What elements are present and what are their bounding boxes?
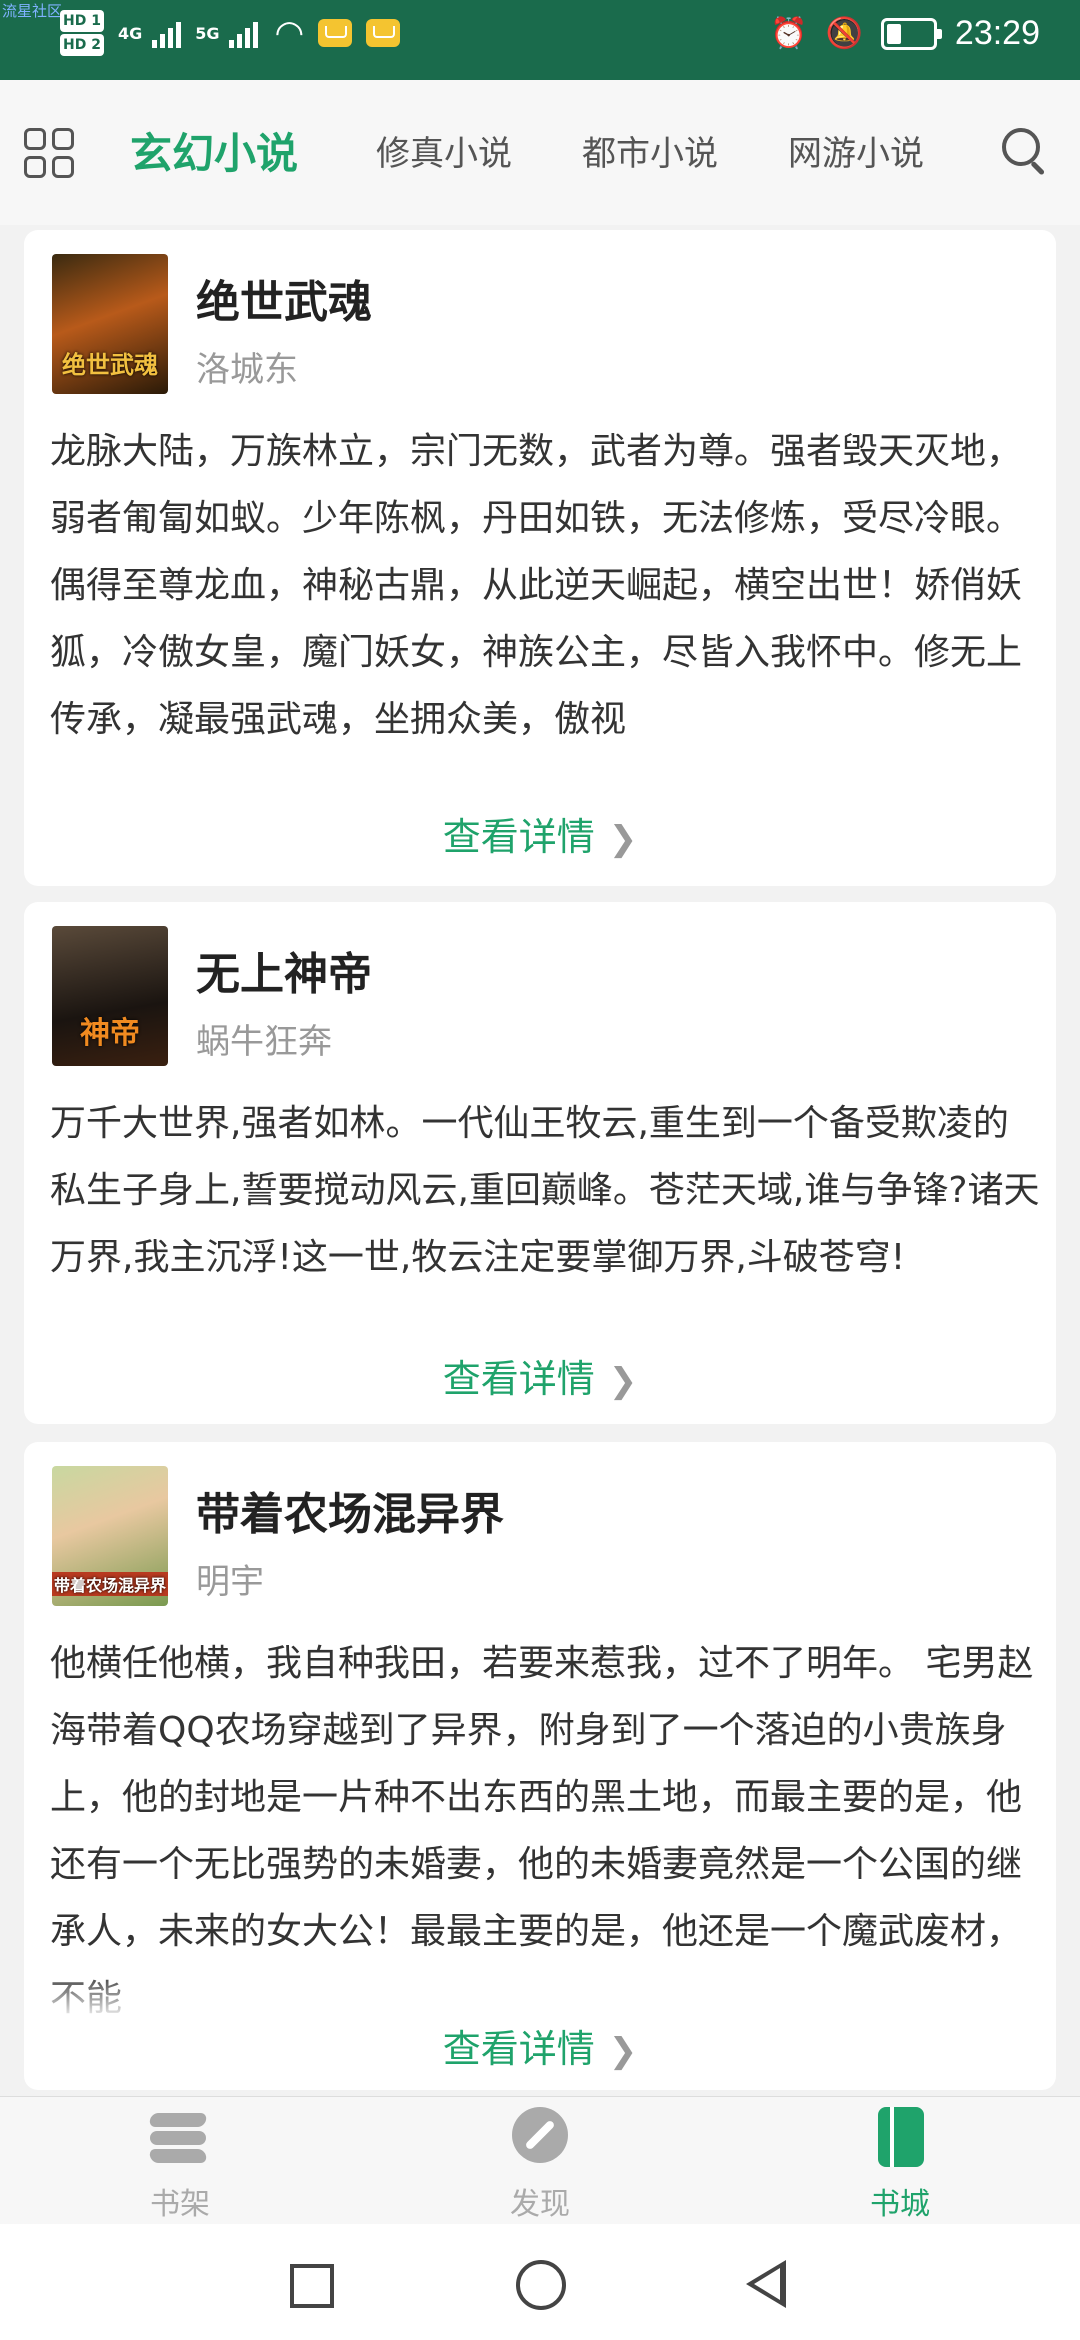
view-details-label: 查看详情 bbox=[442, 2027, 595, 2071]
book-author: 蜗牛狂奔 bbox=[196, 1022, 332, 1062]
alarm-icon: ⏰ bbox=[770, 16, 808, 51]
chevron-right-icon: ❯ bbox=[608, 819, 638, 859]
tab-dushi[interactable]: 都市小说 bbox=[582, 126, 718, 175]
cover-text: 神帝 bbox=[80, 1016, 140, 1051]
battery-icon bbox=[880, 17, 942, 50]
bookshelf-icon bbox=[148, 2109, 210, 2163]
net1-label: 4G bbox=[117, 23, 143, 43]
grid-menu-icon[interactable] bbox=[24, 128, 74, 178]
wifi-icon: ◠ bbox=[274, 13, 305, 53]
home-icon[interactable] bbox=[516, 2260, 566, 2310]
signal-icon bbox=[152, 18, 182, 48]
book-card[interactable]: 带着农场混异界 带着农场混异界 明宇 他横任他横，我自种我田，若要来惹我，过不了… bbox=[24, 1442, 1056, 2090]
tab-xuanhuan[interactable]: 玄幻小说 bbox=[130, 120, 298, 181]
chevron-right-icon: ❯ bbox=[608, 1361, 638, 1401]
cover-text: 带着农场混异界 bbox=[52, 1572, 168, 1596]
clock: 23:29 bbox=[954, 14, 1040, 52]
status-left: HD 1 HD 2 4G 5G ◠ bbox=[60, 10, 401, 56]
hd2-label: HD 2 bbox=[60, 34, 104, 56]
mute-icon: 🔕 bbox=[825, 16, 863, 51]
net2-label: 5G bbox=[195, 23, 220, 43]
back-icon[interactable] bbox=[746, 2260, 786, 2308]
bottom-tab-bar: 书架 发现 书城 bbox=[0, 2096, 1080, 2225]
book-description: 龙脉大陆，万族林立，宗门无数，武者为尊。强者毁天灭地，弱者匍匐如蚁。少年陈枫，丹… bbox=[50, 431, 1023, 740]
view-details-button[interactable]: 查看详情 ❯ bbox=[24, 1348, 1056, 1403]
message-icon bbox=[318, 19, 353, 47]
hd1-label: HD 1 bbox=[60, 10, 104, 32]
book-cover[interactable]: 带着农场混异界 bbox=[52, 1466, 168, 1606]
tab-xiuzhen[interactable]: 修真小说 bbox=[376, 126, 512, 175]
book-cover[interactable]: 绝世武魂 bbox=[52, 254, 168, 394]
status-bar: 流星社区 HD 1 HD 2 4G 5G ◠ ⏰ 🔕 23:29 bbox=[0, 0, 1080, 80]
system-nav-bar bbox=[0, 2224, 1080, 2340]
tab-wangyou[interactable]: 网游小说 bbox=[788, 126, 924, 175]
hd-indicator: HD 1 HD 2 bbox=[60, 10, 104, 56]
book-cover[interactable]: 神帝 bbox=[52, 926, 168, 1066]
book-card[interactable]: 神帝 无上神帝 蜗牛狂奔 万千大世界,强者如林。一代仙王牧云,重生到一个备受欺凌… bbox=[24, 902, 1056, 1424]
book-description: 他横任他横，我自种我田，若要来惹我，过不了明年。 宅男赵海带着QQ农场穿越到了异… bbox=[50, 1643, 1034, 2019]
recents-icon[interactable] bbox=[290, 2264, 334, 2308]
message-icon bbox=[366, 19, 401, 47]
book-icon bbox=[878, 2107, 924, 2167]
search-icon[interactable] bbox=[1000, 126, 1050, 176]
book-card[interactable]: 绝世武魂 绝世武魂 洛城东 龙脉大陆，万族林立，宗门无数，武者为尊。强者毁天灭地… bbox=[24, 230, 1056, 886]
watermark: 流星社区 bbox=[2, 2, 63, 20]
signal-icon bbox=[229, 18, 259, 48]
tab-bookshelf[interactable]: 书架 bbox=[80, 2097, 280, 2225]
tab-bookstore[interactable]: 书城 bbox=[800, 2097, 1000, 2225]
view-details-button[interactable]: 查看详情 ❯ bbox=[24, 2018, 1056, 2073]
view-details-label: 查看详情 bbox=[442, 1357, 595, 1401]
category-nav: 玄幻小说 修真小说 都市小说 网游小说 bbox=[0, 80, 1080, 225]
book-title[interactable]: 绝世武魂 bbox=[196, 266, 372, 330]
book-title[interactable]: 无上神帝 bbox=[196, 938, 372, 1002]
book-author: 洛城东 bbox=[196, 350, 298, 390]
tab-discover[interactable]: 发现 bbox=[440, 2097, 640, 2225]
view-details-label: 查看详情 bbox=[442, 815, 595, 859]
tab-label: 书城 bbox=[870, 2187, 930, 2222]
tab-label: 发现 bbox=[510, 2187, 570, 2222]
view-details-button[interactable]: 查看详情 ❯ bbox=[24, 806, 1056, 861]
book-author: 明宇 bbox=[196, 1562, 264, 1602]
chevron-right-icon: ❯ bbox=[608, 2031, 638, 2071]
cover-text: 绝世武魂 bbox=[62, 351, 158, 379]
status-right: ⏰ 🔕 23:29 bbox=[770, 14, 1040, 53]
book-title[interactable]: 带着农场混异界 bbox=[196, 1478, 504, 1542]
compass-icon bbox=[512, 2107, 568, 2163]
tab-label: 书架 bbox=[150, 2187, 210, 2222]
